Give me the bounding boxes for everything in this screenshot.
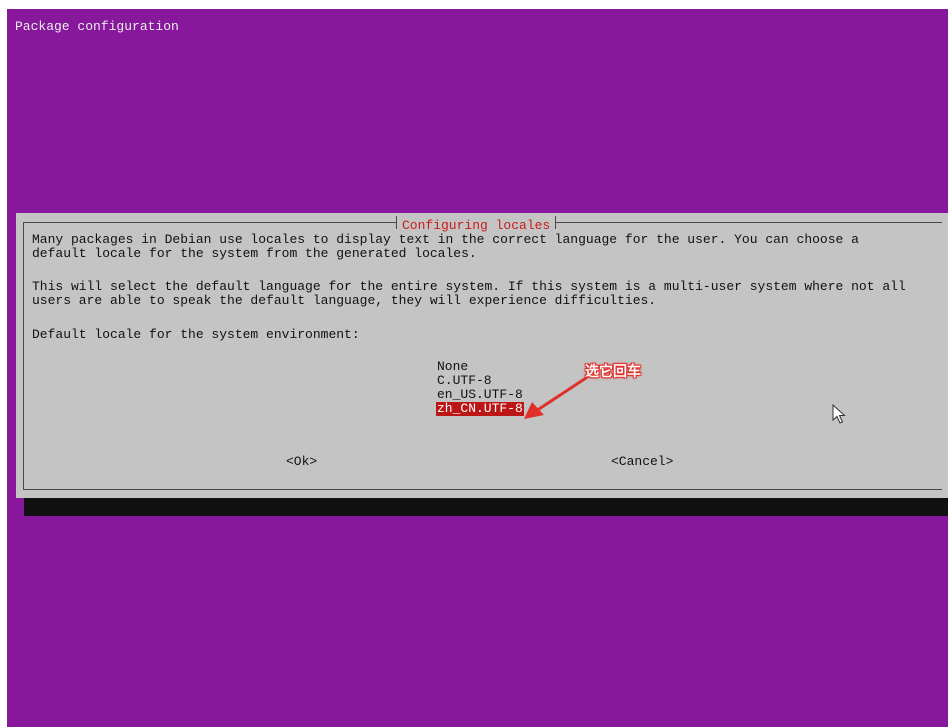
locale-option-zh-cn-utf8[interactable]: zh_CN.UTF-8	[436, 402, 524, 416]
ok-button[interactable]: <Ok>	[286, 454, 317, 470]
dialog-frame	[23, 222, 942, 490]
locale-list[interactable]: None C.UTF-8 en_US.UTF-8 zh_CN.UTF-8	[436, 360, 524, 416]
cancel-button[interactable]: <Cancel>	[611, 454, 673, 470]
dialog-description-1: Many packages in Debian use locales to d…	[32, 232, 859, 261]
locale-option-none[interactable]: None	[436, 360, 469, 374]
dialog-title: Configuring locales	[402, 218, 551, 233]
package-configuration-title: Package configuration	[15, 19, 179, 34]
dialog-description-2: This will select the default language fo…	[32, 279, 906, 308]
locale-option-c-utf8[interactable]: C.UTF-8	[436, 374, 493, 388]
dialog-shadow	[24, 498, 948, 516]
configuring-locales-dialog: Configuring locales Many packages in Deb…	[16, 213, 948, 498]
dialog-title-container: Configuring locales	[396, 214, 557, 233]
annotation-arrow-icon	[524, 376, 588, 419]
locale-option-en-us-utf8[interactable]: en_US.UTF-8	[436, 388, 524, 402]
mouse-pointer-icon	[832, 404, 846, 424]
default-locale-label: Default locale for the system environmen…	[32, 327, 360, 342]
